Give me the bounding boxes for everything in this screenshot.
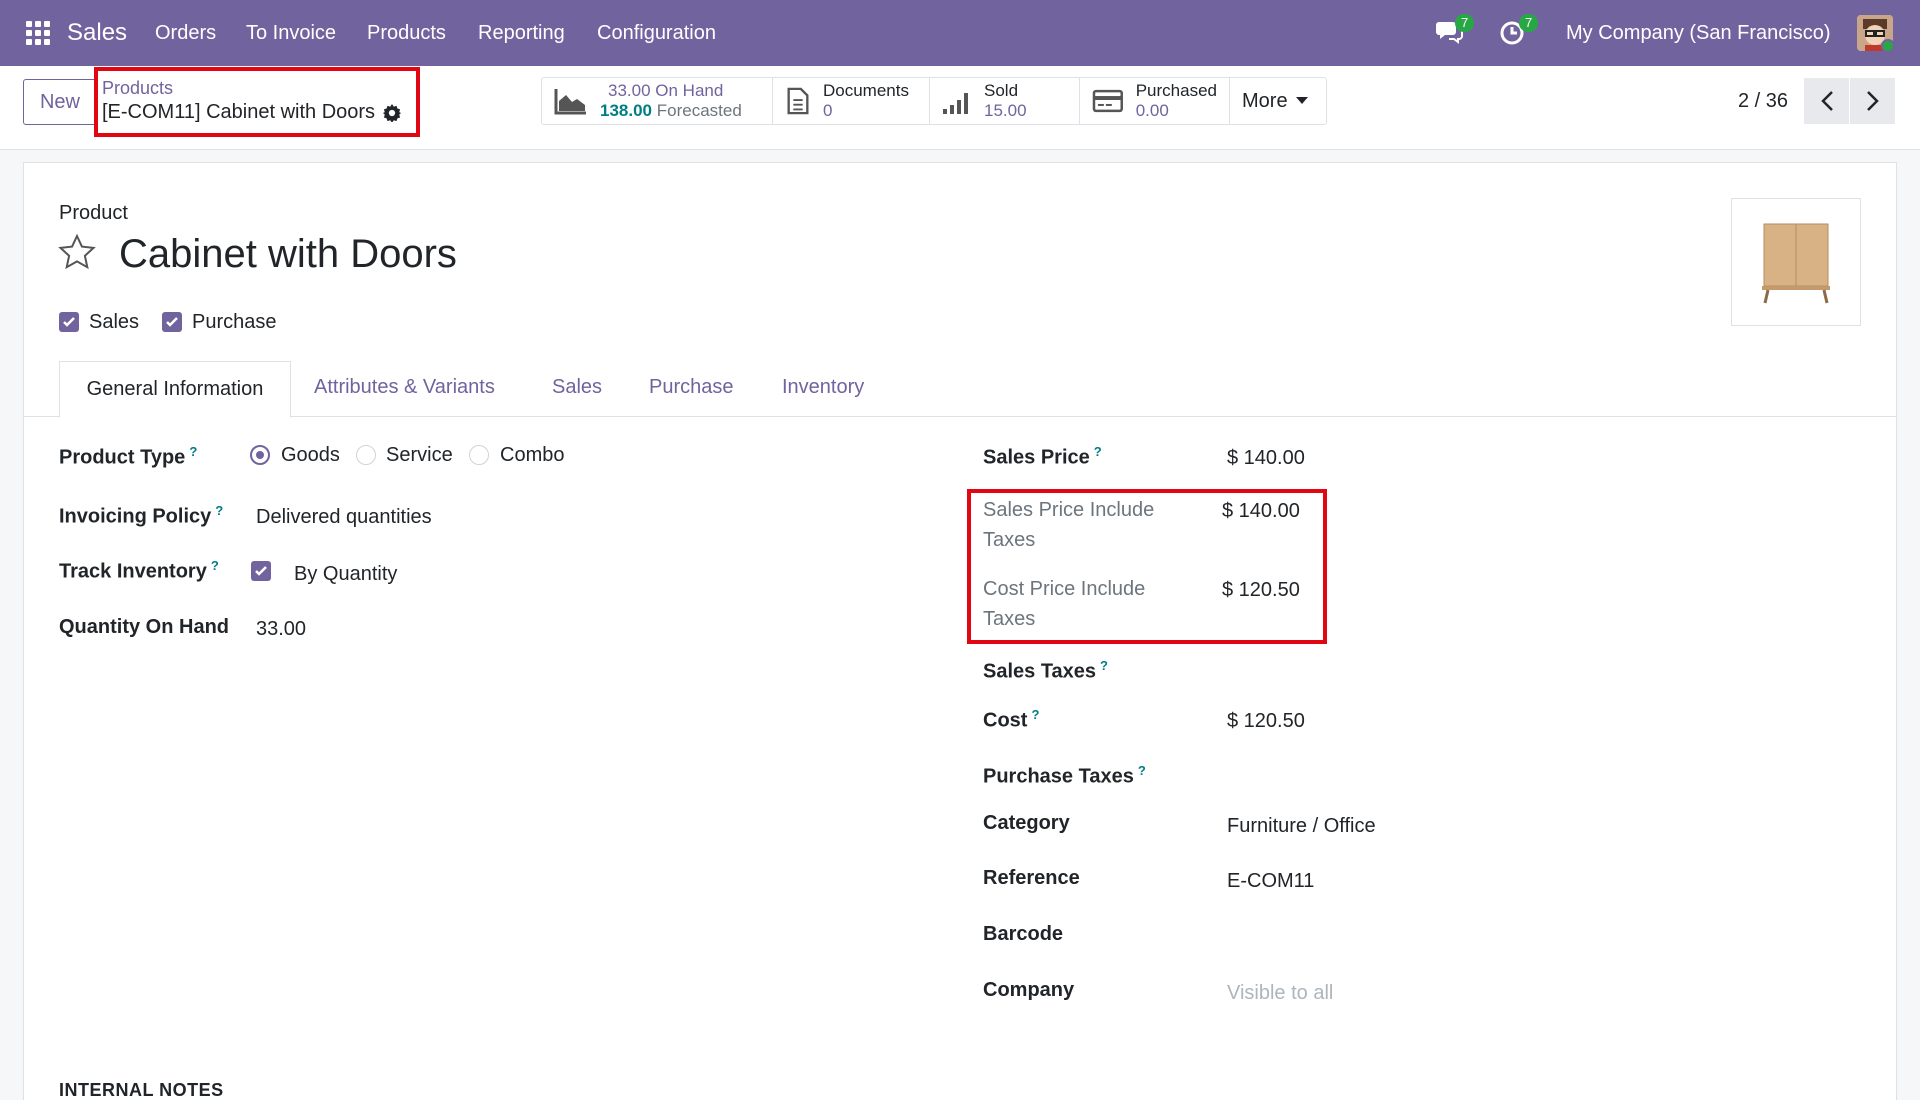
- checkbox-icon: [166, 317, 178, 327]
- purchase-taxes-field-label: Purchase Taxes?: [983, 763, 1146, 788]
- category-input[interactable]: Furniture / Office: [1227, 815, 1376, 838]
- pager-next-button[interactable]: [1850, 78, 1895, 124]
- documents-label: Documents: [823, 81, 909, 100]
- invoicing-policy-field-label: Invoicing Policy?: [59, 503, 224, 528]
- product-name[interactable]: Cabinet with Doors: [119, 232, 457, 277]
- category-field-label: Category: [983, 812, 1070, 834]
- menu-products[interactable]: Products: [367, 22, 446, 45]
- radio-goods[interactable]: [250, 445, 270, 465]
- reference-input[interactable]: E-COM11: [1227, 870, 1314, 893]
- barcode-input[interactable]: [1227, 923, 1627, 949]
- messages-button[interactable]: 7: [1435, 14, 1475, 48]
- app-name[interactable]: Sales: [67, 19, 127, 47]
- documents-smart-button[interactable]: Documents 0: [773, 78, 930, 124]
- tab-general-information[interactable]: General Information: [59, 361, 291, 418]
- menu-reporting[interactable]: Reporting: [478, 22, 565, 45]
- radio-service-label: Service: [386, 444, 453, 466]
- track-inventory-field-label: Track Inventory?: [59, 558, 219, 583]
- sales-price-input[interactable]: $ 140.00: [1227, 447, 1305, 470]
- messages-badge: 7: [1455, 14, 1475, 32]
- sold-smart-button[interactable]: Sold 15.00: [930, 78, 1080, 124]
- pager-counter[interactable]: 2 / 36: [1738, 90, 1788, 113]
- checkbox-icon: [255, 566, 267, 576]
- product-type-field-label: Product Type?: [59, 444, 198, 469]
- tab-sales[interactable]: Sales: [552, 376, 602, 399]
- more-label: More: [1242, 89, 1288, 112]
- on-hand-smart-button[interactable]: 33.00 On Hand 138.00 Forecasted: [542, 78, 773, 124]
- sold-value: 15.00: [984, 101, 1027, 120]
- forecasted-label: Forecasted: [656, 101, 742, 120]
- company-switcher[interactable]: My Company (San Francisco): [1566, 22, 1831, 45]
- qty-on-hand-field-label: Quantity On Hand: [59, 616, 229, 638]
- area-chart-icon: [554, 89, 586, 115]
- invoicing-policy-select[interactable]: Delivered quantities: [256, 506, 432, 529]
- can-be-purchased-checkbox[interactable]: [162, 312, 182, 332]
- activities-button[interactable]: 7: [1499, 14, 1539, 48]
- radio-combo-label: Combo: [500, 444, 565, 466]
- tab-inventory[interactable]: Inventory: [782, 376, 864, 399]
- product-type-heading: Product: [59, 202, 128, 224]
- online-status-dot: [1881, 39, 1895, 53]
- on-hand-label: On Hand: [655, 81, 724, 100]
- tab-purchase[interactable]: Purchase: [649, 376, 734, 399]
- barcode-field-label: Barcode: [983, 923, 1064, 945]
- radio-service[interactable]: [356, 445, 376, 465]
- on-hand-value: 33.00: [608, 81, 651, 100]
- purchased-label: Purchased: [1135, 81, 1217, 100]
- radio-goods-label: Goods: [281, 444, 340, 466]
- internal-notes-heading: INTERNAL NOTES: [59, 1080, 224, 1100]
- qty-on-hand-value: 33.00: [256, 618, 307, 640]
- checkbox-icon: [63, 317, 75, 327]
- can-be-sold-checkbox[interactable]: [59, 312, 79, 332]
- menu-to-invoice[interactable]: To Invoice: [246, 22, 336, 45]
- pager-previous-button[interactable]: [1804, 78, 1849, 124]
- top-navbar: Sales Orders To Invoice Products Reporti…: [0, 0, 1920, 66]
- document-icon: [787, 87, 809, 115]
- cost-field-label: Cost?: [983, 707, 1040, 732]
- track-inventory-checkbox[interactable]: [251, 561, 271, 581]
- company-field-label: Company: [983, 979, 1075, 1001]
- radio-combo[interactable]: [469, 445, 489, 465]
- company-input[interactable]: Visible to all: [1227, 982, 1333, 1005]
- reference-field-label: Reference: [983, 867, 1080, 889]
- cost-input[interactable]: $ 120.50: [1227, 710, 1305, 733]
- track-inventory-mode-select[interactable]: By Quantity: [294, 563, 397, 586]
- tab-attributes-variants[interactable]: Attributes & Variants: [314, 376, 495, 399]
- bar-signal-icon: [943, 93, 968, 114]
- menu-configuration[interactable]: Configuration: [597, 22, 716, 45]
- purchased-smart-button[interactable]: Purchased 0.00: [1080, 78, 1230, 124]
- star-icon[interactable]: [58, 233, 96, 271]
- forecasted-value: 138.00: [600, 101, 652, 120]
- sales-taxes-field-label: Sales Taxes?: [983, 658, 1108, 683]
- apps-grid-icon[interactable]: [26, 21, 50, 45]
- more-dropdown-button[interactable]: More: [1230, 78, 1326, 124]
- sales-price-field-label: Sales Price?: [983, 444, 1102, 469]
- tax-included-prices-highlight-box: [967, 489, 1327, 644]
- activities-badge: 7: [1519, 14, 1539, 32]
- caret-down-icon: [1295, 97, 1308, 104]
- chevron-left-icon: [1820, 91, 1833, 111]
- can-be-sold-label: Sales: [89, 311, 140, 333]
- breadcrumb-highlight-box: [94, 67, 420, 137]
- menu-orders[interactable]: Orders: [155, 22, 216, 45]
- purchased-value: 0.00: [1135, 101, 1169, 120]
- tabs-separator: [23, 416, 1897, 417]
- credit-card-icon: [1092, 89, 1123, 113]
- can-be-purchased-label: Purchase: [192, 311, 277, 333]
- product-image[interactable]: [1731, 198, 1861, 326]
- new-button[interactable]: New: [23, 79, 97, 125]
- documents-count: 0: [823, 101, 833, 120]
- sold-label: Sold: [984, 81, 1019, 100]
- chevron-right-icon: [1866, 91, 1879, 111]
- smart-buttons: 33.00 On Hand 138.00 Forecasted Document…: [541, 77, 1327, 125]
